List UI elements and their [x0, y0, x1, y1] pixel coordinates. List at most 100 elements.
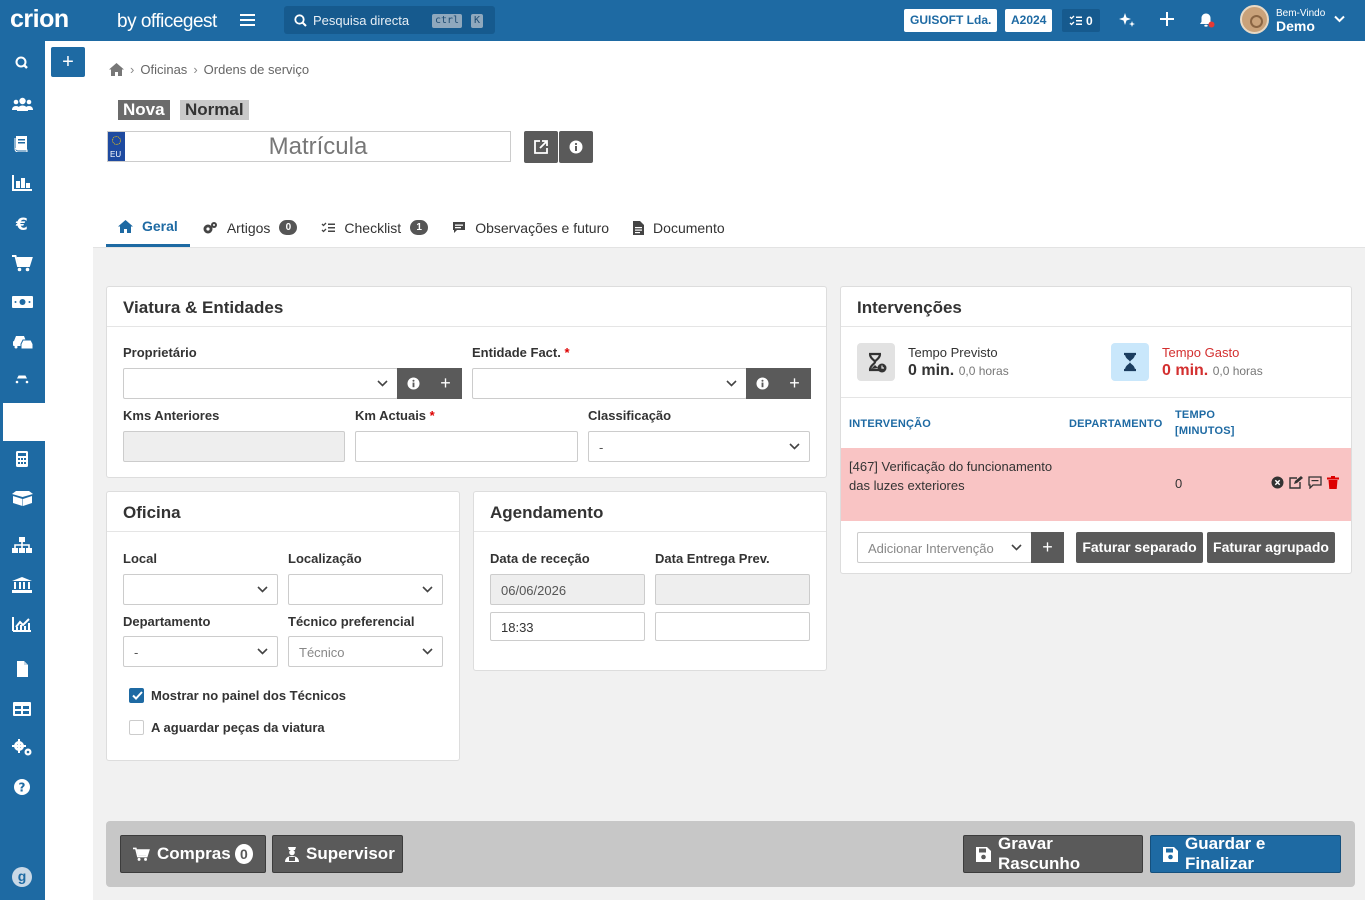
tempo-gasto-value: 0 min. 0,0 horas	[1162, 362, 1263, 379]
sidebar-settings-icon[interactable]	[12, 739, 33, 757]
avatar[interactable]	[1240, 5, 1269, 34]
menu-icon[interactable]	[240, 13, 255, 27]
save-icon	[1163, 846, 1185, 862]
breadcrumb-ordens[interactable]: Ordens de serviço	[204, 62, 310, 77]
proprietario-info-button[interactable]	[397, 368, 430, 399]
comment-icon[interactable]	[1308, 476, 1322, 489]
tab-artigos[interactable]: Artigos 0	[190, 208, 310, 247]
chevron-down-icon	[726, 380, 737, 387]
divider	[107, 531, 459, 532]
kms-anteriores-label: Kms Anteriores	[123, 408, 220, 423]
sidebar-money-icon[interactable]	[12, 294, 33, 310]
supervisor-button[interactable]: Supervisor	[272, 835, 403, 873]
tab-documento[interactable]: Documento	[621, 208, 737, 247]
sidebar-help-icon[interactable]: ?	[12, 779, 32, 795]
hora-rececao-input[interactable]: 18:33	[490, 612, 645, 641]
content-gutter	[45, 41, 93, 900]
tab-observacoes[interactable]: Observações e futuro	[440, 208, 621, 247]
sidebar-calculator-icon[interactable]	[12, 451, 32, 467]
year-button[interactable]: A2024	[1005, 9, 1053, 32]
show-technicians-label[interactable]: Mostrar no painel dos Técnicos	[151, 688, 346, 703]
intervencao-minutes: 0	[1175, 476, 1183, 491]
show-technicians-checkbox[interactable]	[129, 688, 144, 703]
home-icon[interactable]	[109, 63, 124, 76]
proprietario-select[interactable]	[123, 368, 398, 399]
supervisor-label: Supervisor	[306, 844, 395, 863]
local-select[interactable]	[123, 574, 278, 605]
entidade-info-button[interactable]	[746, 368, 779, 399]
entidade-add-button[interactable]: +	[778, 368, 811, 399]
entidade-select[interactable]	[472, 368, 747, 399]
tab-count-badge: 0	[279, 220, 298, 235]
delete-trash-icon[interactable]	[1327, 476, 1339, 489]
tab-label: Observações e futuro	[475, 219, 610, 236]
awaiting-parts-checkbox[interactable]	[129, 720, 144, 735]
oficina-card: Oficina Local Localização Departamento -…	[106, 491, 460, 761]
user-name: Demo	[1276, 18, 1315, 34]
sidebar-box-icon[interactable]	[12, 490, 33, 506]
faturar-agrupado-button[interactable]: Faturar agrupado	[1207, 532, 1335, 563]
compras-button[interactable]: Compras 0	[120, 835, 266, 873]
cogs-icon	[202, 221, 227, 235]
hourglass-icon	[1111, 343, 1149, 381]
search-input[interactable]: Pesquisa directa ctrl K	[284, 6, 495, 34]
sidebar-car-icon[interactable]	[12, 373, 32, 388]
sidebar-file-icon[interactable]	[12, 661, 32, 677]
sidebar-brand-icon[interactable]: g	[12, 867, 32, 887]
kbd-k: K	[471, 14, 484, 28]
cancel-circle-icon[interactable]	[1271, 476, 1284, 489]
notification-bell-icon[interactable]	[1199, 12, 1215, 28]
sidebar-cart-icon[interactable]	[12, 255, 33, 272]
sidebar-dashboard-icon[interactable]	[12, 175, 32, 191]
add-icon[interactable]	[1160, 12, 1174, 26]
guardar-finalizar-button[interactable]: Guardar e Finalizar	[1150, 834, 1341, 873]
awaiting-parts-label[interactable]: A aguardar peças da viatura	[151, 720, 325, 735]
localizacao-select[interactable]	[288, 574, 443, 605]
new-document-button[interactable]: +	[51, 47, 85, 77]
proprietario-add-button[interactable]: +	[429, 368, 462, 399]
col-departamento: DEPARTAMENTO	[1069, 418, 1163, 430]
gravar-rascunho-button[interactable]: Gravar Rascunho	[963, 834, 1143, 873]
plate-info-button[interactable]	[559, 131, 593, 163]
edit-icon[interactable]	[1289, 476, 1303, 489]
breadcrumb-oficinas[interactable]: Oficinas	[140, 62, 187, 77]
company-button[interactable]: GUISOFT Lda.	[904, 9, 998, 32]
sidebar-search-icon[interactable]	[12, 55, 32, 71]
user-menu[interactable]: Bem-Vindo Demo	[1276, 8, 1325, 34]
compras-count-badge: 0	[234, 844, 253, 864]
app-logo[interactable]: crion	[10, 5, 69, 34]
tasks-button[interactable]: 0	[1062, 9, 1100, 32]
priority-badge: Normal	[180, 100, 249, 120]
km-actuais-input[interactable]	[355, 431, 578, 462]
sidebar-org-icon[interactable]	[12, 537, 32, 553]
sidebar-euro-icon[interactable]: €	[12, 215, 32, 231]
sidebar-chart-icon[interactable]	[12, 616, 32, 632]
chevron-down-icon[interactable]	[1334, 15, 1345, 23]
license-plate-field[interactable]: EU	[107, 131, 511, 162]
divider	[841, 397, 1351, 398]
tab-geral[interactable]: Geral	[106, 208, 190, 247]
chevron-down-icon	[377, 380, 388, 387]
data-entrega-label: Data Entrega Prev.	[655, 551, 770, 566]
open-external-button[interactable]	[524, 131, 558, 163]
departamento-select[interactable]: -	[123, 636, 278, 667]
card-title: Agendamento	[490, 503, 604, 522]
sidebar-users-icon[interactable]	[12, 96, 33, 112]
sidebar-table-icon[interactable]	[12, 701, 32, 717]
classificacao-select[interactable]: -	[588, 431, 810, 462]
tecnico-select[interactable]: Técnico	[288, 636, 443, 667]
sidebar-book-icon[interactable]	[12, 136, 32, 152]
data-entrega-field[interactable]	[655, 574, 810, 605]
sidebar: € ? g	[0, 41, 45, 900]
sidebar-bank-icon[interactable]	[12, 577, 32, 593]
license-plate-input[interactable]	[126, 132, 510, 161]
tab-checklist[interactable]: Checklist 1	[309, 208, 440, 247]
hora-entrega-input[interactable]	[655, 612, 810, 641]
add-intervencao-button[interactable]: +	[1031, 532, 1064, 563]
table-row[interactable]: [467] Verificação do funcionamento das l…	[841, 448, 1351, 521]
sidebar-plus-icon[interactable]	[12, 413, 32, 427]
ai-sparkle-icon[interactable]	[1119, 12, 1135, 28]
faturar-separado-button[interactable]: Faturar separado	[1076, 532, 1203, 563]
sidebar-vehicles-icon[interactable]	[12, 333, 34, 350]
add-intervencao-select[interactable]: Adicionar Intervenção	[857, 532, 1032, 563]
